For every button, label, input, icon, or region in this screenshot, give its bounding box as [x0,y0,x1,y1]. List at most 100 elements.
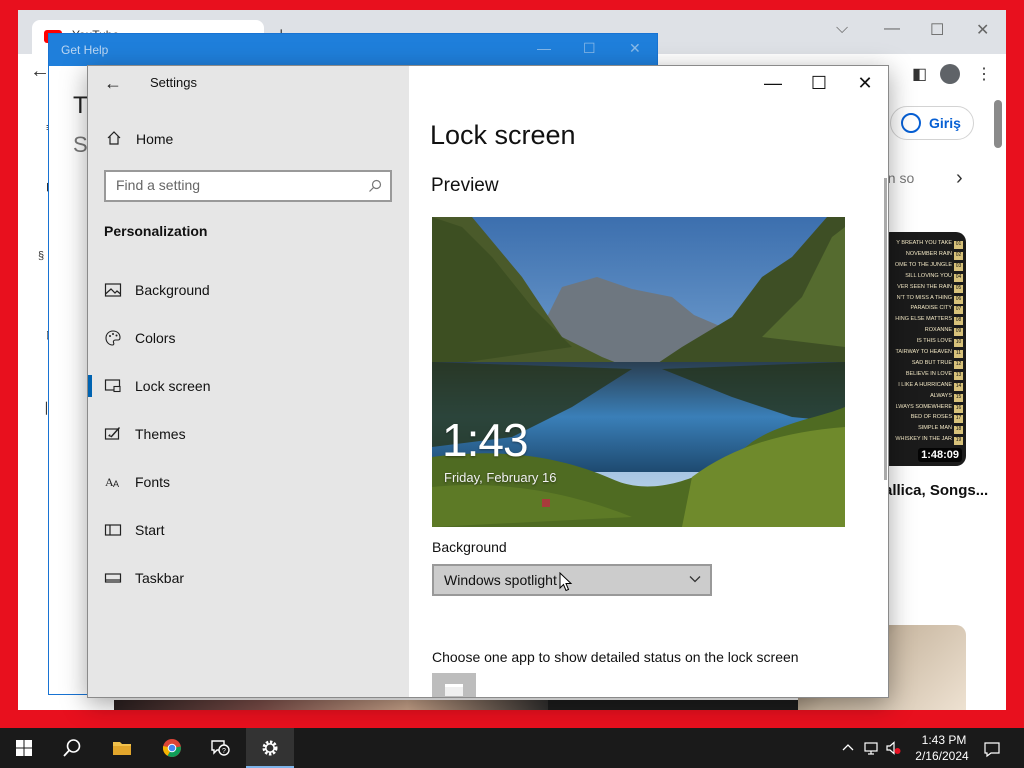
find-setting-search[interactable] [104,170,392,202]
sidebar-item-lock-screen[interactable]: Lock screen [88,364,409,408]
track-row: BELIEVE IN LOVE 13 [880,371,964,381]
track-number: 06 [954,295,963,304]
sidebar-partial-icon-2[interactable]: § [38,250,44,262]
sidebar-item-label: Fonts [135,474,171,490]
track-number: 16 [954,404,963,413]
track-row: WHISKEY IN THE JAR 19 [880,436,964,446]
track-row: SILL LOVING YOU 04 [880,273,964,283]
track-title: PARADISE CITY [910,305,952,312]
track-title: OME TO THE JUNGLE [894,261,952,268]
detailed-status-app-button[interactable] [432,673,476,697]
settings-scrollbar[interactable] [884,178,887,480]
palette-icon [105,330,121,346]
background-dropdown-value: Windows spotlight [444,572,557,588]
browser-back-icon[interactable]: ← [30,60,50,83]
track-title: Y BREATH YOU TAKE [896,240,952,246]
get-help-close-icon[interactable]: ✕ [629,40,641,57]
page-scrollbar[interactable] [994,100,1002,148]
track-title: SAD BUT TRUE [911,359,952,366]
video-thumbnail[interactable]: Y BREATH YOU TAKE 01 NOVEMBER RAIN 02 OME TO… [880,232,966,466]
search-taskbar-button[interactable] [48,728,96,768]
preview-heading: Preview [431,175,499,196]
settings-title: Settings [150,75,197,90]
home-icon [107,131,121,145]
settings-window: ← Settings Home Personalization Backgrou… [87,65,889,698]
browser-minimize-icon[interactable]: — [884,20,900,38]
minimize-button[interactable]: — [750,70,796,96]
notification-icon[interactable] [983,740,1001,758]
gear-icon [262,740,278,756]
track-number: 12 [954,360,963,369]
track-number: 11 [954,350,963,358]
track-number: 19 [954,437,963,446]
track-title: IS THIS LOVE [916,338,952,345]
sidebar-item-themes[interactable]: Themes [88,412,409,456]
track-number: 01 [954,241,963,249]
signin-button[interactable]: Giriş [890,106,974,140]
profile-avatar[interactable] [940,64,960,84]
start-button[interactable] [0,728,48,768]
user-icon [901,113,921,133]
sidebar-item-start[interactable]: Start [88,508,409,552]
get-help-minimize-icon[interactable]: — [537,40,551,56]
lock-screen-icon [104,379,121,393]
track-row: IS THIS LOVE 10 [880,338,964,348]
video-thumbnail-strip-2[interactable] [548,700,798,710]
selection-indicator [88,375,92,397]
settings-taskbar-button[interactable] [246,728,294,768]
close-button[interactable]: ✕ [842,70,888,96]
themes-icon [104,427,121,440]
search-input[interactable] [116,177,366,193]
sidebar-item-colors[interactable]: Colors [88,316,409,360]
track-number: 03 [954,262,963,271]
image-icon [104,283,122,297]
svg-text:A: A [113,479,119,489]
maximize-button[interactable]: ☐ [796,70,842,96]
taskbar-clock-date[interactable]: 2/16/2024 [912,749,972,763]
track-title: TAIRWAY TO HEAVEN [895,349,952,355]
chrome-button[interactable] [148,728,196,768]
help-chat-icon: ? [211,740,230,756]
chevron-right-icon[interactable]: › [956,167,963,190]
get-help-maximize-icon[interactable]: ☐ [583,40,596,57]
network-icon[interactable] [863,740,879,756]
chevron-up-icon[interactable] [840,740,856,756]
browser-close-icon[interactable]: ✕ [976,20,989,40]
track-row: VER SEEN THE RAIN 05 [880,284,964,294]
signin-label: Giriş [929,115,961,131]
track-number: 07 [954,306,963,315]
sidebar-item-fonts[interactable]: A A Fonts [88,460,409,504]
get-help-button[interactable]: ? [196,728,244,768]
track-number: 14 [954,382,963,391]
track-title: BELIEVE IN LOVE [905,370,952,377]
track-row: ALWAYS 15 [880,393,964,403]
track-number: 15 [954,393,963,402]
browser-maximize-icon[interactable]: ☐ [930,20,944,40]
background-label: Background [432,539,507,555]
sidepanel-icon[interactable]: ◧ [912,64,927,84]
track-title: ROXANNE [924,327,952,334]
windows-logo-icon [16,740,32,756]
track-row: ROXANNE 09 [880,327,964,337]
lock-screen-time: 1:43 [442,414,529,466]
video-title[interactable]: allica, Songs... [884,480,994,502]
track-title: N'T TO MISS A THING [896,294,952,301]
home-link[interactable]: Home [136,131,173,147]
tab-search-icon[interactable]: ⌵ [836,20,848,38]
track-title: ALWAYS [930,392,952,399]
back-arrow-icon[interactable]: ← [104,73,122,94]
start-icon [104,524,122,536]
file-explorer-button[interactable] [98,728,146,768]
sidebar-item-taskbar[interactable]: Taskbar [88,556,409,600]
search-icon[interactable] [368,179,382,193]
track-title: VER SEEN THE RAIN [897,283,952,290]
taskbar-clock-time[interactable]: 1:43 PM [918,733,970,747]
detailed-status-label: Choose one app to show detailed status o… [432,649,799,665]
sidebar-item-background[interactable]: Background [88,268,409,312]
sidebar-item-label: Lock screen [135,378,211,394]
section-heading: Personalization [104,223,208,239]
video-thumbnail-strip[interactable] [114,700,554,710]
volume-muted-icon[interactable] [885,740,901,756]
svg-text:?: ? [222,748,226,755]
browser-menu-icon[interactable]: ⋮ [976,64,992,84]
